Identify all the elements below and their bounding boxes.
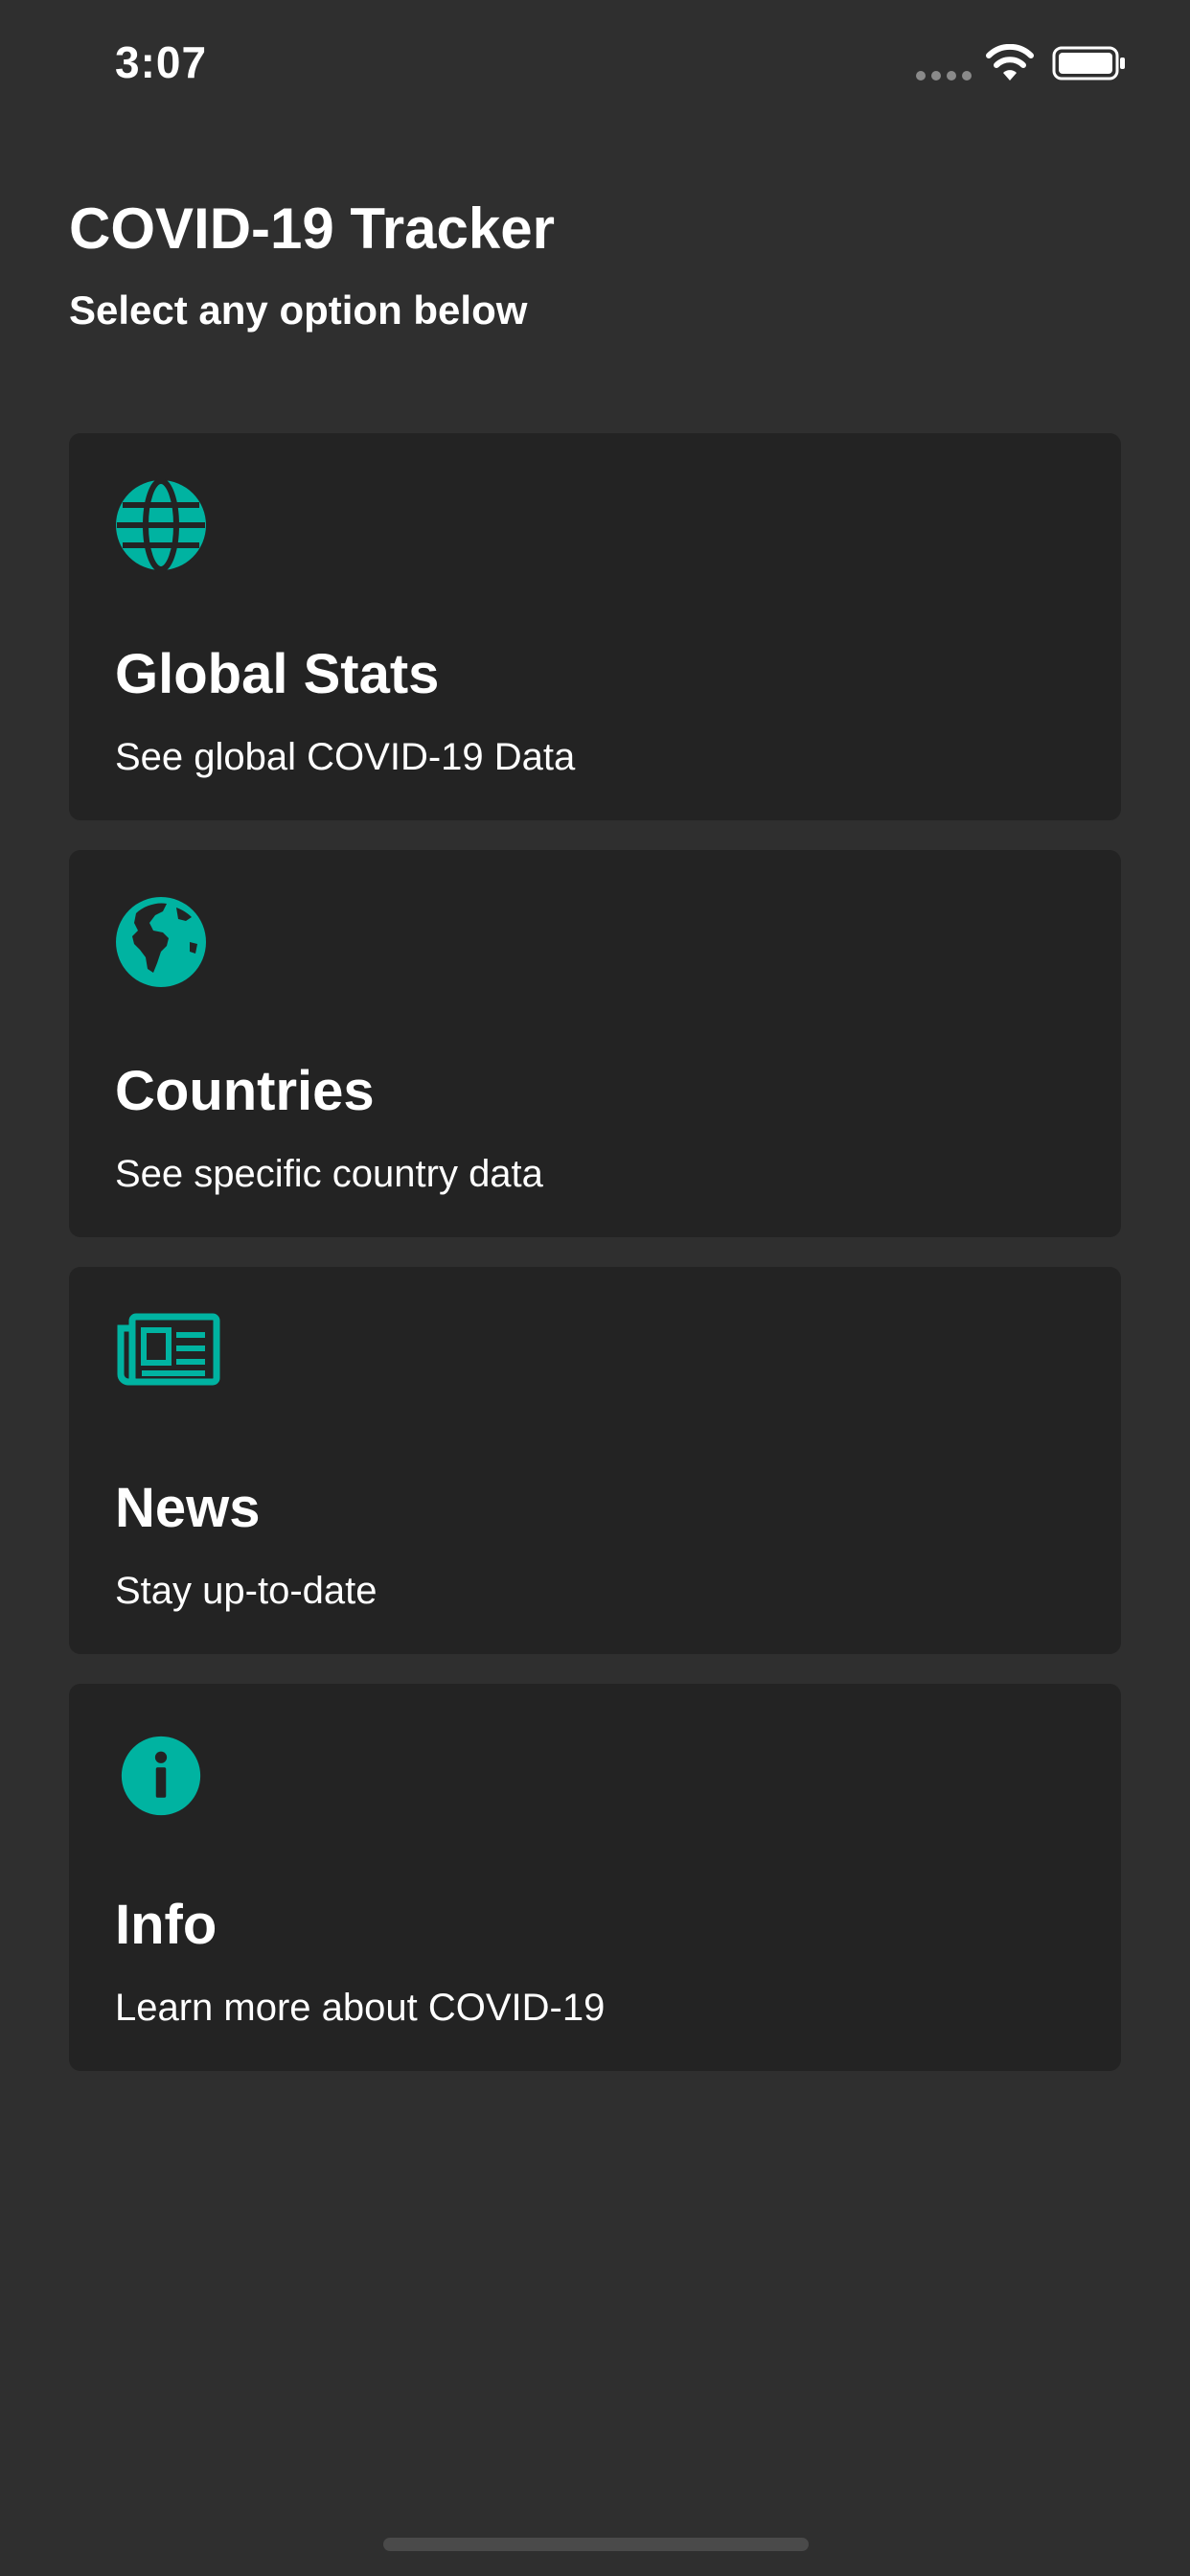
card-description: See global COVID-19 Data (115, 736, 576, 778)
card-description: Stay up-to-date (115, 1570, 378, 1612)
battery-icon (1052, 46, 1125, 80)
earth-americas-icon (116, 897, 206, 987)
card-description: Learn more about COVID-19 (115, 1987, 606, 2029)
page-title: COVID-19 Tracker (69, 196, 555, 261)
status-time: 3:07 (115, 37, 208, 87)
card-title: News (115, 1477, 261, 1539)
news-card[interactable]: News Stay up-to-date (69, 1267, 1121, 1654)
card-title: Countries (115, 1060, 375, 1122)
global-stats-card[interactable]: Global Stats See global COVID-19 Data (69, 433, 1121, 820)
card-description: See specific country data (115, 1153, 543, 1195)
wifi-icon (986, 44, 1034, 80)
globe-grid-icon (116, 479, 206, 571)
home-indicator (383, 2538, 809, 2551)
countries-card[interactable]: Countries See specific country data (69, 850, 1121, 1237)
card-title: Global Stats (115, 643, 440, 705)
newspaper-icon (117, 1313, 220, 1386)
info-card[interactable]: Info Learn more about COVID-19 (69, 1684, 1121, 2071)
info-circle-icon (121, 1736, 201, 1816)
card-title: Info (115, 1894, 217, 1956)
page-subtitle: Select any option below (69, 288, 528, 333)
cellular-signal-icon (916, 71, 972, 80)
status-bar: 3:07 (0, 0, 1190, 126)
